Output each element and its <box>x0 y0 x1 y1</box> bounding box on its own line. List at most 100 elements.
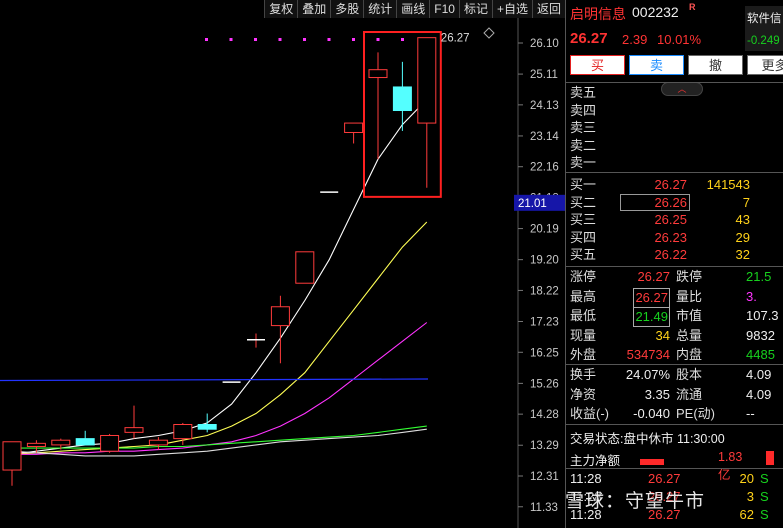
toolbar-button[interactable]: 返回 <box>531 0 565 18</box>
order-book-row[interactable]: 卖三 <box>570 119 783 136</box>
ma-line-ma60 <box>12 425 427 449</box>
stat-label: 流通 <box>676 386 703 402</box>
stock-name: 启明信息 <box>570 6 626 22</box>
tick-side: S <box>760 507 769 522</box>
price-axis-label: 11.33 <box>530 502 558 514</box>
status-time: 11:30:00 <box>676 432 725 446</box>
stat-row: 收益(-) -0.040 PE(动) -- <box>570 405 783 423</box>
price-axis-label: 12.31 <box>530 471 559 483</box>
cancel-order-button[interactable]: 撤 <box>688 55 743 75</box>
order-book-row[interactable]: 买二 26.26 7 <box>570 193 783 211</box>
order-book-row[interactable]: 买五 26.22 32 <box>570 246 783 263</box>
order-book-row[interactable]: 买三 26.25 43 <box>570 211 783 228</box>
toolbar-button[interactable]: 多股 <box>330 0 364 18</box>
limit-marker-dot <box>278 38 282 41</box>
stat-label: 收益(-) <box>570 406 609 422</box>
price-axis-label: 13.29 <box>530 440 559 452</box>
toolbar-button[interactable]: +自选 <box>491 0 532 18</box>
ma-line-ma10 <box>11 221 428 455</box>
stat-value: 107.3 <box>746 308 779 324</box>
toolbar-button[interactable]: 标记 <box>458 0 492 18</box>
stat-value: -0.040 <box>633 406 670 422</box>
toolbar-button[interactable]: 叠加 <box>297 0 331 18</box>
candle-body <box>75 438 95 446</box>
candle-body <box>295 251 315 284</box>
status-value: 盘中休市 <box>623 432 674 446</box>
level-label: 买一 <box>570 177 597 192</box>
candle-body <box>197 424 217 430</box>
stat-value: 9832 <box>746 327 775 343</box>
order-book-row[interactable]: 买四 26.23 29 <box>570 229 783 246</box>
level-label: 卖三 <box>570 120 597 135</box>
stat-label: 最高 <box>570 288 597 304</box>
stat-value: -- <box>746 406 755 422</box>
order-book-row[interactable]: 卖四 <box>570 102 783 119</box>
stat-value: 24.07% <box>625 367 670 382</box>
sell-button[interactable]: 卖 <box>629 55 684 75</box>
divider <box>566 266 783 267</box>
price-axis-label: 24.13 <box>530 100 559 112</box>
level-label: 买二 <box>570 194 597 210</box>
order-book-row[interactable]: 卖一 <box>570 154 783 171</box>
limit-marker-dot <box>303 38 306 41</box>
stat-row: 换手 24.07% 股本 4.09 <box>570 366 783 384</box>
limit-marker-dot <box>401 38 404 41</box>
order-book-row[interactable]: 买一 26.27 141543 <box>570 176 783 193</box>
candle-body <box>417 37 437 124</box>
stat-label: 涨停 <box>570 269 597 284</box>
level-volume: 29 <box>735 229 750 245</box>
divider <box>566 468 783 469</box>
toolbar-button[interactable]: 统计 <box>363 0 397 18</box>
stat-row: 最高 26.27 量比 3. <box>570 287 783 308</box>
stat-row: 涨停 26.27 跌停 21.5 <box>570 268 783 286</box>
price-axis-label: 15.26 <box>530 378 559 390</box>
price-row: 26.27 2.39 10.01% <box>566 28 783 52</box>
kline-chart[interactable]: 26.1025.1124.1323.1422.1621.1820.1919.20… <box>0 0 565 528</box>
tick-side: S <box>760 489 769 504</box>
stat-value: 4485 <box>746 347 775 363</box>
price-axis-label: 16.25 <box>530 347 559 359</box>
level-label: 卖四 <box>570 102 597 118</box>
level-label: 卖一 <box>570 155 597 170</box>
level-price: 26.23 <box>654 229 687 245</box>
candle-body <box>100 434 120 452</box>
candle-body <box>392 86 412 112</box>
last-price: 26.27 <box>570 30 608 47</box>
stat-value: 21.5 <box>746 269 772 284</box>
candle-body <box>148 439 168 446</box>
chart-toolbar: 复权 叠加 多股 统计 画线 F10 标记 +自选 返回 <box>264 0 565 18</box>
order-book-row[interactable]: 卖五 <box>570 84 783 101</box>
price-axis-label: 19.20 <box>530 255 559 267</box>
level-volume: 141543 <box>706 177 750 192</box>
buy-button[interactable]: 买 <box>570 55 625 75</box>
candle-body <box>344 122 364 133</box>
tick-volume: 3 <box>746 489 754 504</box>
current-price-label: 21.01 <box>518 198 547 210</box>
stat-label: 股本 <box>676 367 703 382</box>
more-button[interactable]: 更多 <box>747 55 783 75</box>
order-book-row[interactable]: 卖二 <box>570 137 783 154</box>
divider <box>566 364 783 365</box>
toolbar-button[interactable]: 复权 <box>264 0 298 18</box>
stat-value: 534734 <box>626 347 670 363</box>
stat-value: 3. <box>746 288 757 304</box>
toolbar-button[interactable]: 画线 <box>396 0 430 18</box>
level-volume: 32 <box>735 247 750 263</box>
margin-badge: R <box>689 2 696 12</box>
quote-panel: 启明信息 002232 R 软件信 -0.249 26.27 2.39 10.0… <box>565 0 783 528</box>
price-change-percent: 10.01% <box>657 32 702 47</box>
level-label: 买五 <box>570 247 597 263</box>
ma-line-ma120 <box>11 428 427 457</box>
kline-chart-area[interactable]: 26.1025.1124.1323.1422.1621.1820.1919.20… <box>0 0 565 528</box>
stat-value: 3.35 <box>644 386 670 402</box>
limit-marker-dot <box>352 38 355 41</box>
toolbar-button[interactable]: F10 <box>429 0 459 18</box>
sector-name: 软件信 <box>747 13 782 25</box>
price-axis-label: 17.23 <box>530 317 559 329</box>
stat-label: PE(动) <box>676 406 716 422</box>
main-flow-indicator <box>766 451 774 465</box>
trade-buttons: 买 卖 撤 更多 <box>566 52 783 78</box>
level-volume: 43 <box>735 212 750 228</box>
tick-volume: 20 <box>739 471 754 486</box>
stat-label: 现量 <box>570 327 597 343</box>
